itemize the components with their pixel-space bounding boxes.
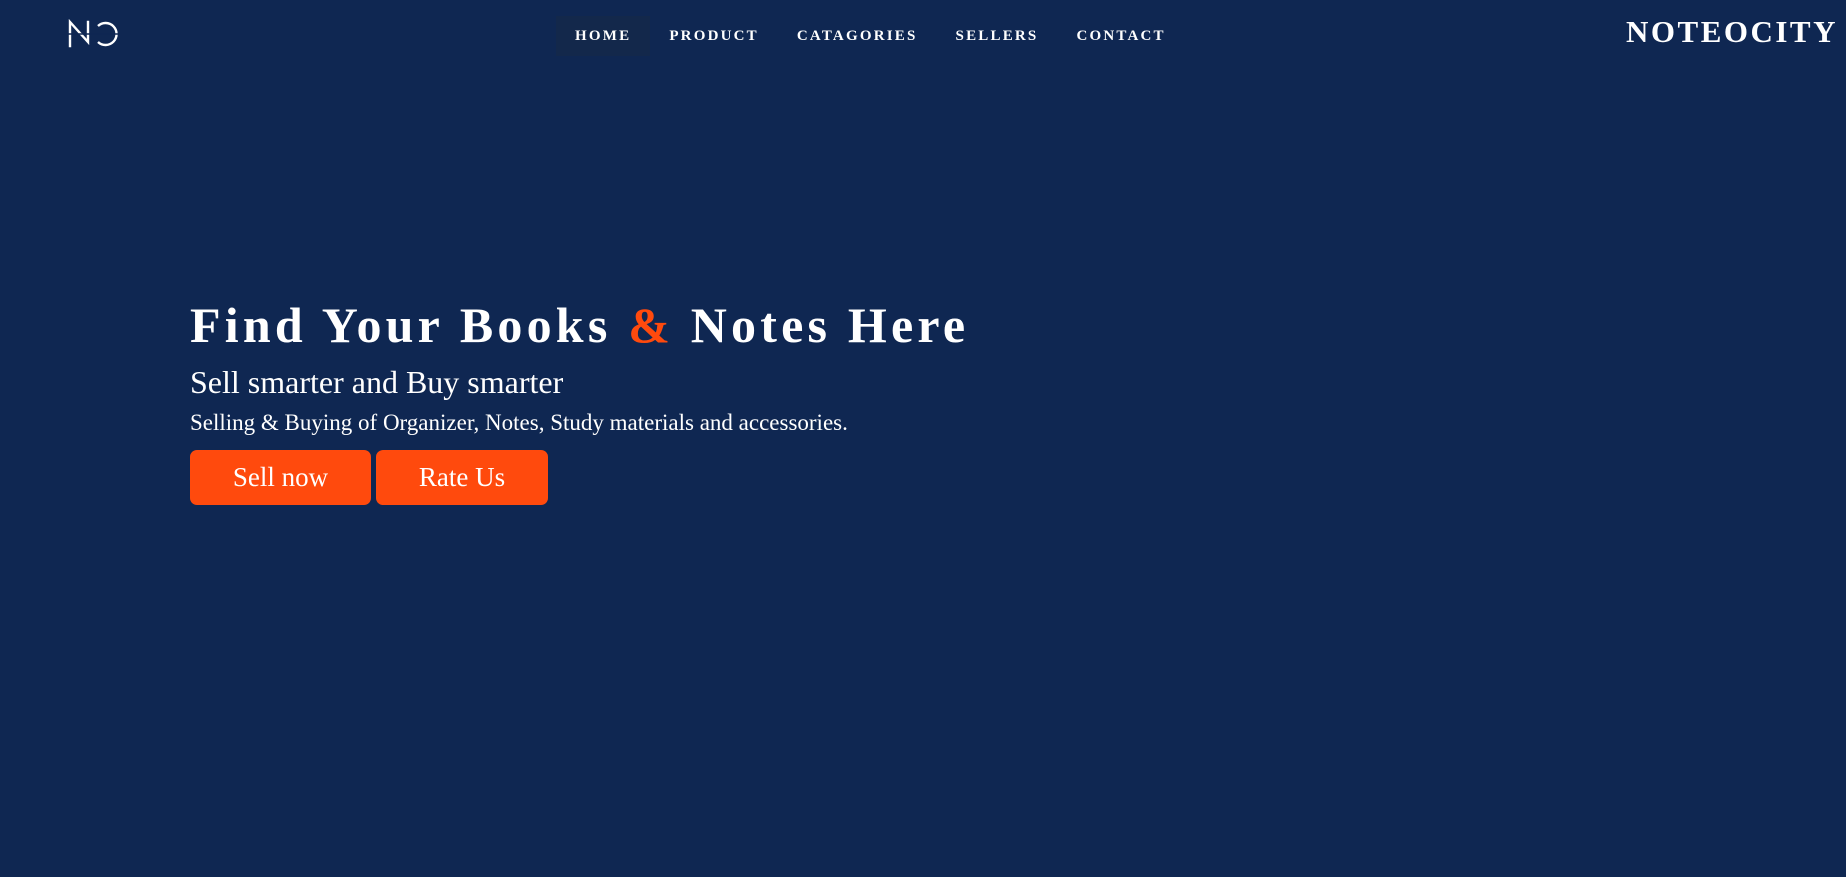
site-logo[interactable]	[68, 18, 120, 50]
nav-sellers[interactable]: SELLERS	[937, 16, 1058, 56]
nav-product[interactable]: PRODUCT	[650, 16, 778, 56]
hero-description: Selling & Buying of Organizer, Notes, St…	[190, 410, 848, 435]
main-nav: HOME PRODUCT CATAGORIES SELLERS CONTACT	[556, 16, 1185, 56]
nav-categories[interactable]: CATAGORIES	[778, 16, 937, 56]
hero-title-ampersand: &	[628, 297, 675, 353]
page: HOME PRODUCT CATAGORIES SELLERS CONTACT …	[0, 0, 1846, 877]
nav-contact[interactable]: CONTACT	[1057, 16, 1184, 56]
hero-subtitle: Sell smarter and Buy smarter	[190, 364, 564, 400]
rate-us-button[interactable]: Rate Us	[376, 450, 548, 505]
nav-home[interactable]: HOME	[556, 16, 651, 56]
hero-section: Find Your Books & Notes Here Sell smarte…	[190, 292, 1290, 505]
hero-actions: Sell now Rate Us	[190, 450, 1290, 505]
hero-title: Find Your Books & Notes Here	[190, 292, 1290, 358]
sell-now-button[interactable]: Sell now	[190, 450, 371, 505]
noteocity-monogram-icon	[68, 18, 120, 48]
brand-name: NOTEOCITY	[1626, 14, 1838, 49]
hero-title-part2: Notes Here	[690, 297, 970, 353]
hero-title-part1: Find Your Books	[190, 297, 612, 353]
top-navbar: HOME PRODUCT CATAGORIES SELLERS CONTACT …	[0, 0, 1846, 70]
